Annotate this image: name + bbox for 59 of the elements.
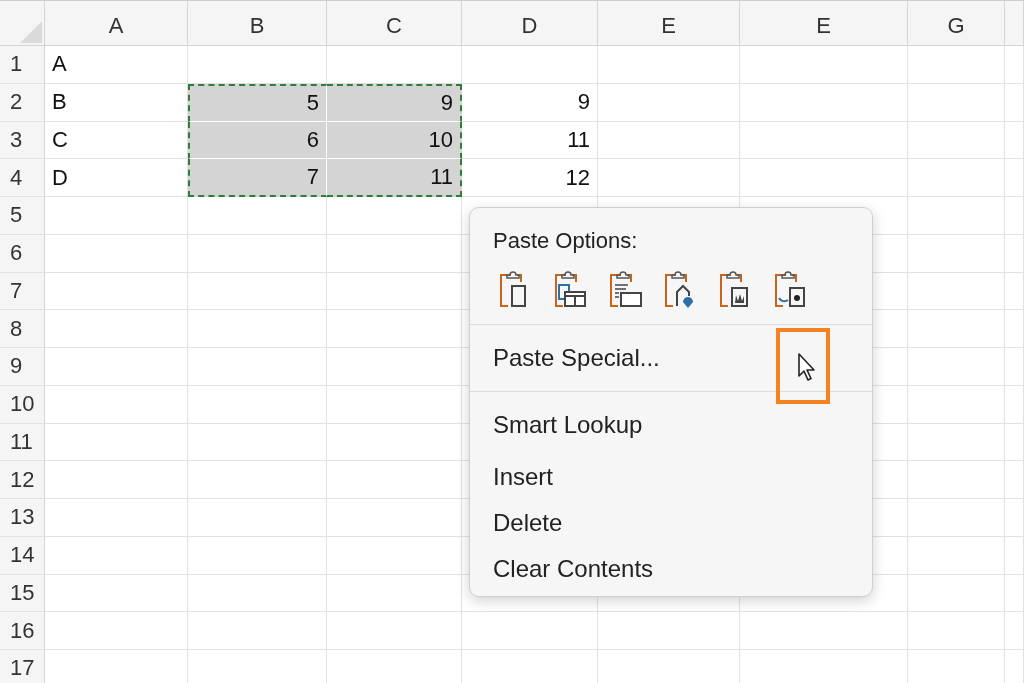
- table-cell: 9: [462, 83, 598, 122]
- row-header[interactable]: 14: [0, 536, 45, 575]
- row-header[interactable]: 2: [0, 83, 45, 122]
- empty-cell: [1005, 159, 1024, 197]
- cursor-icon: [797, 352, 817, 382]
- row-header[interactable]: 15: [0, 574, 45, 613]
- table-cell: 11: [327, 159, 462, 197]
- table-cell: A: [45, 46, 188, 84]
- column-header[interactable]: B: [188, 1, 327, 46]
- empty-cell: [1005, 385, 1024, 424]
- row-header[interactable]: 17: [0, 650, 45, 683]
- row-header[interactable]: 13: [0, 499, 45, 537]
- table-cell: 7: [188, 159, 327, 197]
- row-header[interactable]: 3: [0, 121, 45, 160]
- empty-cell: [1005, 461, 1024, 499]
- row-header[interactable]: 6: [0, 234, 45, 273]
- table-cell: 10: [327, 121, 462, 160]
- menu-item[interactable]: Clear Contents: [470, 546, 872, 592]
- row-header[interactable]: 1: [0, 46, 45, 84]
- paste-list-icon[interactable]: [608, 270, 644, 310]
- table-cell: 12: [462, 159, 598, 197]
- menu-item[interactable]: Paste Special...: [470, 335, 872, 381]
- empty-cell: [1005, 499, 1024, 537]
- empty-cell: [1005, 574, 1024, 613]
- empty-cell: [1005, 197, 1024, 235]
- column-header[interactable]: A: [45, 1, 188, 46]
- row-header[interactable]: 11: [0, 423, 45, 462]
- column-header[interactable]: D: [462, 1, 598, 46]
- row-header[interactable]: 7: [0, 272, 45, 311]
- empty-cell: [1005, 423, 1024, 462]
- table-cell: 6: [188, 121, 327, 160]
- row-header[interactable]: 12: [0, 461, 45, 499]
- empty-cell: [1005, 272, 1024, 311]
- column-header[interactable]: E: [740, 1, 908, 46]
- column-header[interactable]: E: [598, 1, 740, 46]
- table-cell: 5: [188, 83, 327, 122]
- empty-cell: [1005, 83, 1024, 122]
- column-header[interactable]: G: [908, 1, 1005, 46]
- table-cell: 11: [462, 121, 598, 160]
- menu-item[interactable]: Smart Lookup: [470, 402, 872, 448]
- table-cell: 9: [327, 83, 462, 122]
- row-header[interactable]: 10: [0, 385, 45, 424]
- triangle-icon: [20, 21, 42, 43]
- menu-item[interactable]: Delete: [470, 500, 872, 546]
- paste-table-icon[interactable]: [553, 270, 589, 310]
- row-header[interactable]: 9: [0, 348, 45, 386]
- column-header[interactable]: C: [327, 1, 462, 46]
- menu-heading: Paste Options:: [493, 227, 638, 255]
- row-header[interactable]: 4: [0, 159, 45, 197]
- empty-cell: [1005, 234, 1024, 273]
- menu-item[interactable]: Insert: [470, 454, 872, 500]
- row-header[interactable]: 5: [0, 197, 45, 235]
- row-header[interactable]: 16: [0, 612, 45, 650]
- empty-cell: [1005, 121, 1024, 160]
- empty-cell: [1005, 310, 1024, 348]
- empty-cell: [1005, 536, 1024, 575]
- row-header[interactable]: 8: [0, 310, 45, 348]
- empty-cell: [1005, 348, 1024, 386]
- empty-cell: [1005, 612, 1024, 650]
